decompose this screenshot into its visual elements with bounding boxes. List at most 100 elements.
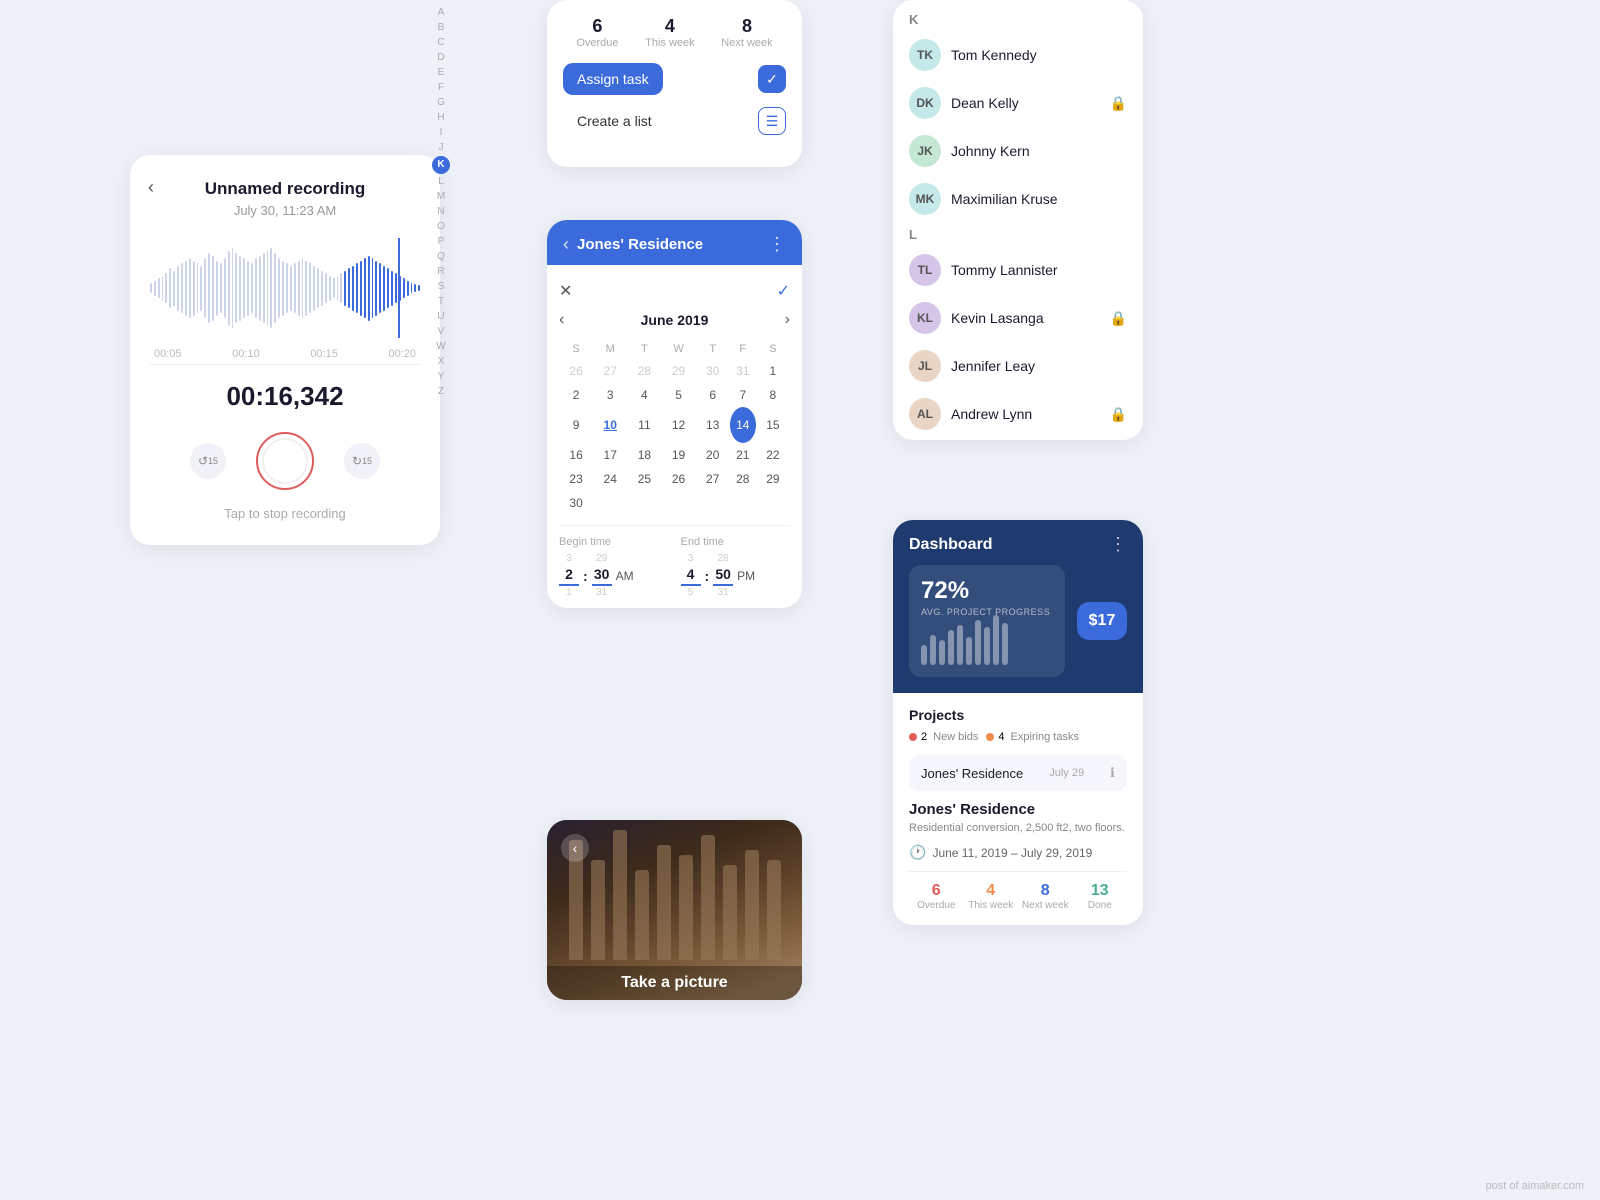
camera-back-button[interactable]: ‹ (561, 834, 589, 862)
end-hour-up[interactable]: 3 (688, 554, 694, 564)
calendar-prev-button[interactable]: ‹ (559, 311, 564, 329)
alphabet-letter[interactable]: W (436, 340, 445, 354)
calendar-day[interactable]: 27 (593, 359, 627, 383)
calendar-day[interactable]: 20 (696, 443, 730, 467)
alphabet-letter[interactable]: C (437, 36, 444, 50)
calendar-confirm-button[interactable]: ✓ (777, 281, 790, 301)
calendar-day[interactable]: 25 (627, 467, 661, 491)
calendar-day[interactable]: 18 (627, 443, 661, 467)
calendar-more-icon[interactable]: ⋮ (768, 234, 786, 255)
calendar-day[interactable]: 2 (559, 383, 593, 407)
contact-item[interactable]: JLJennifer Leay (893, 342, 1143, 390)
calendar-day[interactable]: 19 (661, 443, 695, 467)
alphabet-letter[interactable]: B (438, 21, 445, 35)
calendar-day[interactable]: 30 (696, 359, 730, 383)
end-min-val[interactable]: 50 (713, 566, 733, 586)
contact-item[interactable]: JKJohnny Kern (893, 127, 1143, 175)
calendar-day[interactable]: 3 (593, 383, 627, 407)
alphabet-letter[interactable]: T (438, 295, 444, 309)
calendar-day[interactable]: 28 (730, 467, 756, 491)
calendar-day[interactable]: 21 (730, 443, 756, 467)
alphabet-letter[interactable]: S (438, 280, 445, 294)
alphabet-letter[interactable]: N (437, 205, 444, 219)
begin-min-down[interactable]: 31 (596, 588, 607, 598)
calendar-day[interactable]: 7 (730, 383, 756, 407)
end-min-up[interactable]: 28 (718, 554, 729, 564)
record-button[interactable] (256, 432, 314, 490)
project-row[interactable]: Jones' Residence July 29 ℹ (909, 755, 1127, 791)
alphabet-letter[interactable]: R (437, 265, 444, 279)
calendar-day[interactable]: 27 (696, 467, 730, 491)
calendar-day[interactable]: 17 (593, 443, 627, 467)
contact-item[interactable]: TKTom Kennedy (893, 31, 1143, 79)
alphabet-letter[interactable]: M (437, 190, 445, 204)
contact-item[interactable]: MKMaximilian Kruse (893, 175, 1143, 223)
recording-back-button[interactable]: ‹ (148, 177, 154, 198)
end-ampm[interactable]: PM (737, 569, 755, 583)
calendar-day[interactable]: 24 (593, 467, 627, 491)
calendar-day[interactable]: 15 (756, 407, 790, 443)
calendar-day[interactable]: 9 (559, 407, 593, 443)
skip-fwd-button[interactable]: ↻ 15 (344, 443, 380, 479)
calendar-day[interactable]: 11 (627, 407, 661, 443)
calendar-day[interactable]: 10 (593, 407, 627, 443)
alphabet-letter[interactable]: E (438, 66, 445, 80)
calendar-day[interactable]: 1 (756, 359, 790, 383)
calendar-day[interactable]: 23 (559, 467, 593, 491)
assign-task-button[interactable]: Assign task (563, 63, 663, 95)
calendar-day[interactable]: 13 (696, 407, 730, 443)
alphabet-letter[interactable]: D (437, 51, 444, 65)
calendar-close-button[interactable]: ✕ (559, 281, 572, 301)
alphabet-letter[interactable]: I (440, 126, 443, 140)
begin-min-up[interactable]: 29 (596, 554, 607, 564)
alphabet-letter[interactable]: J (439, 141, 444, 155)
alphabet-letter[interactable]: Z (438, 385, 444, 399)
calendar-day[interactable]: 5 (661, 383, 695, 407)
alphabet-letter[interactable]: A (438, 6, 445, 20)
calendar-day[interactable]: 6 (696, 383, 730, 407)
calendar-day[interactable]: 28 (627, 359, 661, 383)
calendar-day[interactable]: 14 (730, 407, 756, 443)
end-min-down[interactable]: 31 (718, 588, 729, 598)
alphabet-letter[interactable]: G (437, 96, 445, 110)
contact-item[interactable]: DKDean Kelly🔒 (893, 79, 1143, 127)
alphabet-letter[interactable]: Y (438, 370, 445, 384)
calendar-day[interactable]: 8 (756, 383, 790, 407)
end-hour-down[interactable]: 5 (688, 588, 694, 598)
alphabet-letter[interactable]: L (438, 175, 444, 189)
calendar-day[interactable]: 29 (661, 359, 695, 383)
calendar-next-button[interactable]: › (785, 311, 790, 329)
begin-hour-up[interactable]: 3 (566, 554, 572, 564)
contact-item[interactable]: TLTommy Lannister (893, 246, 1143, 294)
calendar-day[interactable]: 12 (661, 407, 695, 443)
alphabet-letter[interactable]: X (438, 355, 445, 369)
alphabet-letter[interactable]: U (437, 310, 444, 324)
alphabet-letter[interactable]: H (437, 111, 444, 125)
contact-item[interactable]: ALAndrew Lynn🔒 (893, 390, 1143, 438)
alphabet-letter[interactable]: K (432, 156, 450, 174)
skip-back-button[interactable]: ↺ 15 (190, 443, 226, 479)
end-hour-val[interactable]: 4 (681, 566, 701, 586)
alphabet-letter[interactable]: V (438, 325, 445, 339)
calendar-day[interactable]: 31 (730, 359, 756, 383)
calendar-day[interactable]: 26 (661, 467, 695, 491)
dashboard-more-icon[interactable]: ⋮ (1109, 534, 1127, 555)
calendar-back-icon[interactable]: ‹ (563, 234, 569, 255)
alphabet-letter[interactable]: Q (437, 250, 445, 264)
calendar-day[interactable]: 26 (559, 359, 593, 383)
calendar-day[interactable]: 30 (559, 491, 593, 515)
alphabet-letter[interactable]: F (438, 81, 444, 95)
alphabet-letter[interactable]: P (438, 235, 445, 249)
assign-task-icon[interactable]: ✓ (758, 65, 786, 93)
create-list-icon[interactable]: ☰ (758, 107, 786, 135)
begin-min-val[interactable]: 30 (592, 566, 612, 586)
create-list-button[interactable]: Create a list (563, 105, 666, 137)
calendar-day[interactable]: 22 (756, 443, 790, 467)
calendar-day[interactable]: 16 (559, 443, 593, 467)
begin-hour-down[interactable]: 1 (566, 588, 572, 598)
contact-item[interactable]: KLKevin Lasanga🔒 (893, 294, 1143, 342)
calendar-day[interactable]: 29 (756, 467, 790, 491)
begin-hour-val[interactable]: 2 (559, 566, 579, 586)
begin-ampm[interactable]: AM (616, 569, 634, 583)
alphabet-letter[interactable]: O (437, 220, 445, 234)
